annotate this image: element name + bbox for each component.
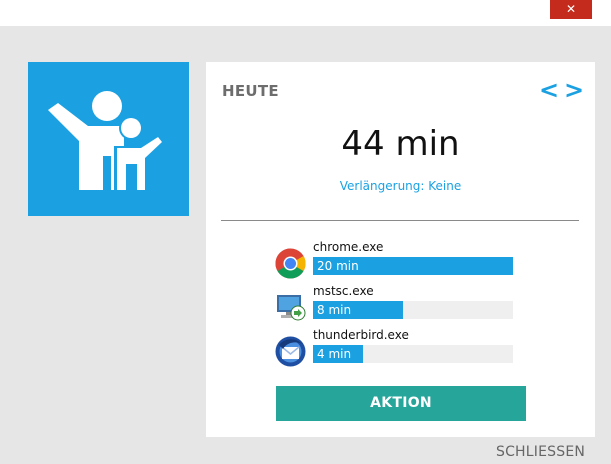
app-name: mstsc.exe: [313, 284, 374, 298]
app-usage-row: mstsc.exe 8 min: [274, 284, 514, 321]
usage-bar: 8 min: [313, 301, 513, 319]
app-usage-row: thunderbird.exe 4 min: [274, 328, 514, 367]
window-close-button[interactable]: ✕: [550, 0, 592, 19]
usage-bar: 4 min: [313, 345, 513, 363]
app-name: thunderbird.exe: [313, 328, 409, 342]
app-usage-time: 20 min: [317, 259, 359, 273]
close-icon: ✕: [565, 2, 577, 16]
app-logo-tile: [28, 62, 189, 216]
parent-child-icon: [48, 91, 165, 190]
chrome-icon: [275, 248, 306, 279]
day-label: HEUTE: [222, 82, 279, 100]
app-usage-row: chrome.exe 20 min: [274, 240, 514, 279]
app-name: chrome.exe: [313, 240, 384, 254]
close-dialog-button[interactable]: SCHLIESSEN: [496, 444, 585, 460]
thunderbird-icon: [275, 336, 306, 367]
usage-bar: 20 min: [313, 257, 513, 275]
remote-desktop-icon: [277, 295, 306, 321]
divider: [221, 220, 579, 221]
extension-status-link[interactable]: Verlängerung: Keine: [206, 179, 595, 193]
usage-card: HEUTE < > 44 min Verlängerung: Keine chr…: [206, 62, 595, 437]
total-usage-time: 44 min: [341, 124, 460, 164]
previous-day-button[interactable]: <: [539, 76, 559, 104]
app-usage-time: 4 min: [317, 347, 352, 361]
action-button[interactable]: AKTION: [276, 386, 526, 421]
next-day-button[interactable]: >: [564, 76, 584, 104]
app-usage-time: 8 min: [317, 303, 352, 317]
title-bar: ✕: [0, 0, 611, 26]
